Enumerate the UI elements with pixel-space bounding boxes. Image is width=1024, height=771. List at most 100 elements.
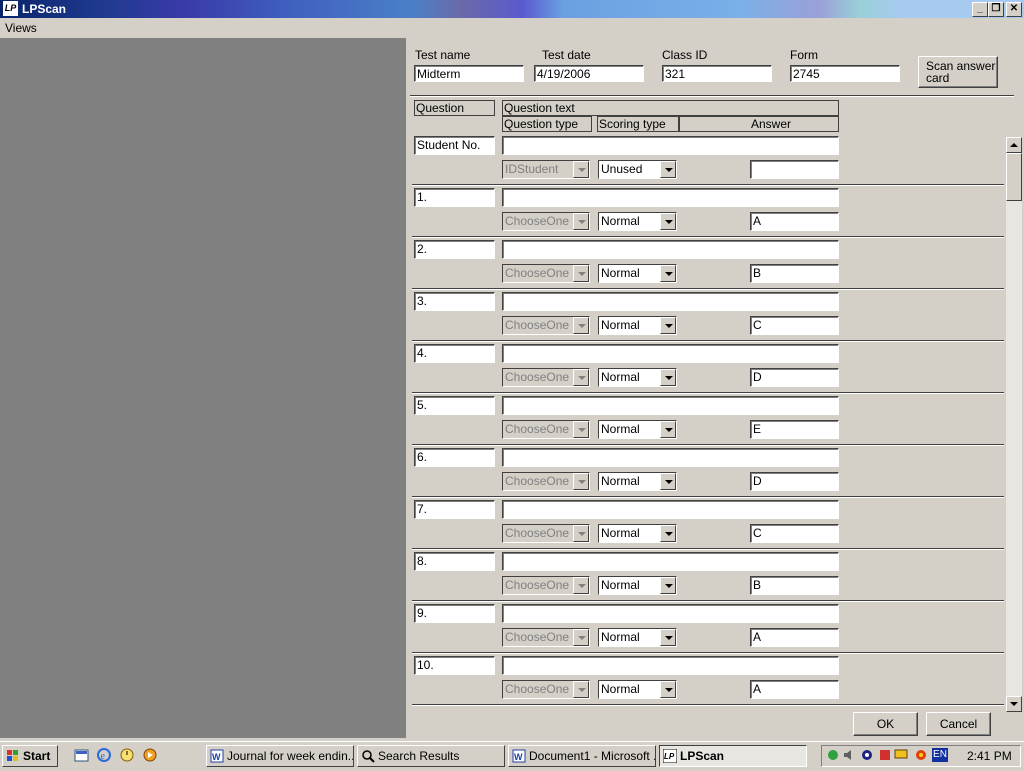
minimize-button[interactable]: _ xyxy=(972,2,988,17)
question-number-field[interactable]: 2. xyxy=(414,240,495,259)
restore-button[interactable]: ❐ xyxy=(988,2,1004,17)
menu-views[interactable]: Views xyxy=(5,21,37,35)
scoring-type-select[interactable]: Normal xyxy=(598,628,677,647)
question-text-field[interactable] xyxy=(502,240,839,259)
answer-field[interactable] xyxy=(750,160,839,179)
title-bar[interactable]: LP LPScan _ ❐ ✕ xyxy=(0,0,1024,18)
network-icon[interactable] xyxy=(826,748,840,762)
vertical-scrollbar[interactable] xyxy=(1006,137,1022,712)
question-number-field[interactable]: 4. xyxy=(414,344,495,363)
scroll-down-button[interactable] xyxy=(1006,696,1022,712)
task-lpscan[interactable]: LP LPScan xyxy=(659,745,807,767)
show-desktop-icon[interactable] xyxy=(74,747,90,763)
question-text-field[interactable] xyxy=(502,448,839,467)
chevron-down-icon[interactable] xyxy=(573,629,589,646)
test-name-field[interactable]: Midterm xyxy=(414,65,524,82)
question-number-field[interactable]: 3. xyxy=(414,292,495,311)
question-number-field[interactable]: Student No. xyxy=(414,136,495,155)
question-type-select[interactable]: ChooseOne xyxy=(502,524,590,543)
question-number-field[interactable]: 9. xyxy=(414,604,495,623)
question-type-select[interactable]: ChooseOne xyxy=(502,212,590,231)
scoring-type-select[interactable]: Normal xyxy=(598,316,677,335)
tray-app-icon[interactable] xyxy=(860,748,874,762)
chevron-down-icon[interactable] xyxy=(660,421,676,438)
question-text-field[interactable] xyxy=(502,656,839,675)
question-text-field[interactable] xyxy=(502,500,839,519)
answer-field[interactable]: C xyxy=(750,524,839,543)
chevron-down-icon[interactable] xyxy=(573,681,589,698)
security-icon[interactable] xyxy=(878,748,892,762)
question-number-field[interactable]: 5. xyxy=(414,396,495,415)
question-text-field[interactable] xyxy=(502,344,839,363)
question-text-field[interactable] xyxy=(502,552,839,571)
question-text-field[interactable] xyxy=(502,188,839,207)
question-type-select[interactable]: ChooseOne xyxy=(502,316,590,335)
answer-field[interactable]: B xyxy=(750,576,839,595)
cancel-button[interactable]: Cancel xyxy=(926,712,991,736)
chevron-down-icon[interactable] xyxy=(660,577,676,594)
answer-field[interactable]: E xyxy=(750,420,839,439)
question-number-field[interactable]: 1. xyxy=(414,188,495,207)
form-field[interactable]: 2745 xyxy=(790,65,900,82)
question-type-select[interactable]: ChooseOne xyxy=(502,628,590,647)
question-text-field[interactable] xyxy=(502,396,839,415)
answer-field[interactable]: A xyxy=(750,628,839,647)
language-indicator[interactable]: EN xyxy=(932,748,948,762)
chevron-down-icon[interactable] xyxy=(573,577,589,594)
scoring-type-select[interactable]: Normal xyxy=(598,368,677,387)
question-text-field[interactable] xyxy=(502,136,839,155)
scroll-thumb[interactable] xyxy=(1006,153,1022,201)
answer-field[interactable]: D xyxy=(750,472,839,491)
answer-field[interactable]: D xyxy=(750,368,839,387)
question-text-field[interactable] xyxy=(502,292,839,311)
question-type-select[interactable]: ChooseOne xyxy=(502,420,590,439)
volume-icon[interactable] xyxy=(842,748,856,762)
task-document1[interactable]: W Document1 - Microsoft ... xyxy=(508,745,656,767)
chevron-down-icon[interactable] xyxy=(573,161,589,178)
chevron-down-icon[interactable] xyxy=(573,473,589,490)
chevron-down-icon[interactable] xyxy=(660,265,676,282)
task-search-results[interactable]: Search Results xyxy=(357,745,505,767)
answer-field[interactable]: C xyxy=(750,316,839,335)
scoring-type-select[interactable]: Normal xyxy=(598,212,677,231)
scoring-type-select[interactable]: Normal xyxy=(598,420,677,439)
chevron-down-icon[interactable] xyxy=(660,681,676,698)
close-button[interactable]: ✕ xyxy=(1006,2,1022,17)
question-type-select[interactable]: IDStudent xyxy=(502,160,590,179)
question-number-field[interactable]: 7. xyxy=(414,500,495,519)
chevron-down-icon[interactable] xyxy=(573,317,589,334)
answer-field[interactable]: B xyxy=(750,264,839,283)
chevron-down-icon[interactable] xyxy=(573,525,589,542)
scoring-type-select[interactable]: Normal xyxy=(598,264,677,283)
chevron-down-icon[interactable] xyxy=(573,369,589,386)
answer-field[interactable]: A xyxy=(750,680,839,699)
scroll-up-button[interactable] xyxy=(1006,137,1022,153)
chevron-down-icon[interactable] xyxy=(660,161,676,178)
display-icon[interactable] xyxy=(894,748,908,762)
class-id-field[interactable]: 321 xyxy=(662,65,772,82)
chevron-down-icon[interactable] xyxy=(660,629,676,646)
chevron-down-icon[interactable] xyxy=(573,213,589,230)
question-type-select[interactable]: ChooseOne xyxy=(502,576,590,595)
question-text-field[interactable] xyxy=(502,604,839,623)
clock-app-icon[interactable] xyxy=(119,747,135,763)
scan-answer-card-button[interactable]: Scan answer card xyxy=(918,56,998,88)
question-type-select[interactable]: ChooseOne xyxy=(502,680,590,699)
ok-button[interactable]: OK xyxy=(853,712,918,736)
scoring-type-select[interactable]: Normal xyxy=(598,576,677,595)
question-type-select[interactable]: ChooseOne xyxy=(502,264,590,283)
question-number-field[interactable]: 10. xyxy=(414,656,495,675)
chevron-down-icon[interactable] xyxy=(660,213,676,230)
answer-field[interactable]: A xyxy=(750,212,839,231)
scoring-type-select[interactable]: Normal xyxy=(598,524,677,543)
question-type-select[interactable]: ChooseOne xyxy=(502,368,590,387)
chevron-down-icon[interactable] xyxy=(660,473,676,490)
scoring-type-select[interactable]: Normal xyxy=(598,472,677,491)
question-number-field[interactable]: 8. xyxy=(414,552,495,571)
alert-icon[interactable] xyxy=(914,748,928,762)
chevron-down-icon[interactable] xyxy=(573,421,589,438)
task-journal[interactable]: W Journal for week endin... xyxy=(206,745,354,767)
scoring-type-select[interactable]: Normal xyxy=(598,680,677,699)
scoring-type-select[interactable]: Unused xyxy=(598,160,677,179)
question-type-select[interactable]: ChooseOne xyxy=(502,472,590,491)
